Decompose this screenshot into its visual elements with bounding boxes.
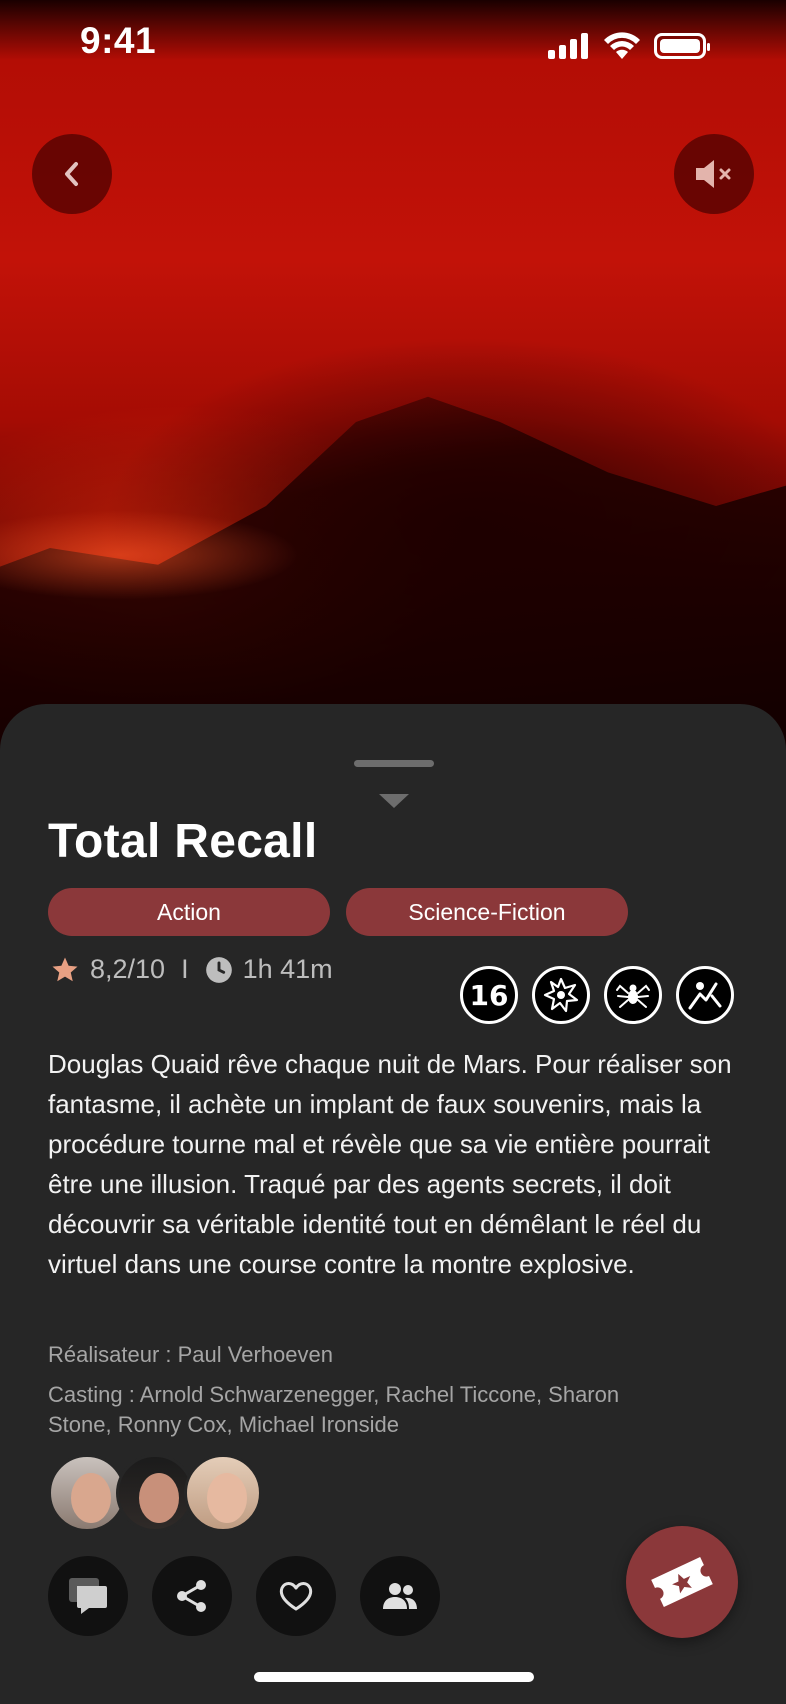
volume-mute-icon <box>696 160 731 188</box>
share-button[interactable] <box>152 1556 232 1636</box>
watch-with-friends-button[interactable] <box>360 1556 440 1636</box>
trailer-video[interactable] <box>0 0 786 760</box>
group-icon <box>383 1583 417 1609</box>
ticket-icon <box>651 1556 713 1608</box>
avatar[interactable] <box>116 1454 194 1532</box>
clock-icon <box>205 956 232 983</box>
movie-details-sheet: Total Recall Action Science-Fiction 8,2/… <box>0 704 786 1704</box>
spider-fear-icon <box>604 966 662 1024</box>
sheet-drag-handle[interactable] <box>354 760 434 767</box>
age-rating-badge: 16 <box>460 966 518 1024</box>
mute-button[interactable] <box>674 134 754 214</box>
star-icon <box>52 957 78 981</box>
signal-icon <box>548 32 588 59</box>
genre-tag-science-fiction[interactable]: Science-Fiction <box>346 888 628 936</box>
avatar[interactable] <box>184 1454 262 1532</box>
frightening-scenes-icon <box>676 966 734 1024</box>
avatar[interactable] <box>48 1454 126 1532</box>
violence-icon <box>532 966 590 1024</box>
back-button[interactable] <box>32 134 112 214</box>
age-rating-label: 16 <box>469 978 509 1012</box>
home-indicator <box>254 1672 534 1682</box>
share-icon <box>177 1580 206 1612</box>
status-bar: 9:41 <box>0 0 786 90</box>
favorite-button[interactable] <box>256 1556 336 1636</box>
movie-meta: 8,2/10 I 1h 41m <box>50 954 333 985</box>
action-bar <box>48 1556 440 1636</box>
cast-avatars[interactable] <box>48 1454 262 1532</box>
movie-title: Total Recall <box>48 815 318 868</box>
status-time: 9:41 <box>80 20 157 61</box>
book-ticket-button[interactable] <box>626 1526 738 1638</box>
video-frame-glow <box>0 510 300 600</box>
collapse-arrow-icon[interactable] <box>379 794 409 808</box>
duration-value: 1h 41m <box>242 954 333 984</box>
content-rating-badges: 16 <box>460 966 734 1024</box>
genre-tag-action[interactable]: Action <box>48 888 330 936</box>
comments-icon <box>69 1578 107 1614</box>
director-line: Réalisateur : Paul Verhoeven <box>48 1342 333 1367</box>
heart-icon <box>279 1582 313 1611</box>
genre-list: Action Science-Fiction <box>48 888 628 936</box>
comments-button[interactable] <box>48 1556 128 1636</box>
wifi-icon <box>604 32 640 59</box>
rating-value: 8,2/10 <box>90 954 166 984</box>
movie-synopsis: Douglas Quaid rêve chaque nuit de Mars. … <box>48 1049 732 1279</box>
chevron-left-icon <box>65 162 78 186</box>
cast-line: Casting : Arnold Schwarzenegger, Rachel … <box>48 1382 620 1437</box>
meta-separator: I <box>181 954 189 984</box>
battery-icon <box>654 32 710 59</box>
status-icons <box>548 32 710 59</box>
